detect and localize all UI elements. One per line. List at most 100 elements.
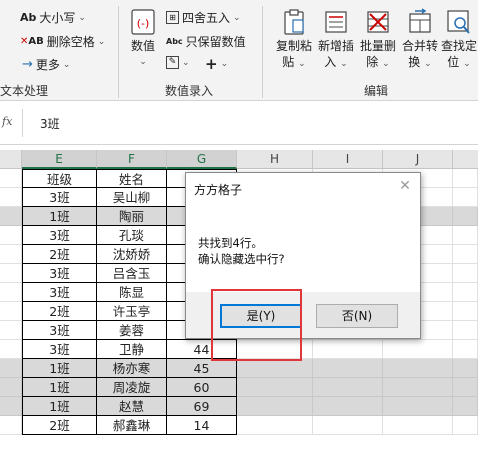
column-header-h[interactable]: H	[237, 150, 313, 169]
batch-delete-button[interactable]: 批量删 除 ⌄	[358, 8, 398, 72]
empty-cell[interactable]	[453, 169, 478, 188]
cell-class[interactable]: 1班	[22, 378, 97, 397]
cell-name[interactable]: 赵慧	[97, 397, 167, 416]
chevron-down-icon: ⌄	[139, 57, 147, 67]
cell-name[interactable]: 沈娇娇	[97, 245, 167, 264]
number-format-button[interactable]: ✎ ⌄	[166, 56, 190, 69]
keep-value-button[interactable]: Abc 只保留数值	[166, 33, 246, 50]
cell-name[interactable]: 杨亦寒	[97, 359, 167, 378]
merge-convert-button[interactable]: 合并转 换 ⌄	[400, 8, 440, 72]
cell-score[interactable]: 69	[167, 397, 237, 416]
empty-cell[interactable]	[453, 397, 478, 416]
cell-name[interactable]: 吕含玉	[97, 264, 167, 283]
empty-cell[interactable]	[383, 416, 453, 435]
empty-cell[interactable]	[453, 226, 478, 245]
cell-name[interactable]: 姜蓉	[97, 321, 167, 340]
yes-button[interactable]: 是(Y)	[220, 304, 302, 328]
cell-class[interactable]: 3班	[22, 340, 97, 359]
column-header-i[interactable]: I	[313, 150, 383, 169]
column-header-e[interactable]: E	[22, 150, 97, 169]
empty-cell[interactable]	[383, 378, 453, 397]
empty-cell[interactable]	[453, 207, 478, 226]
cell-score[interactable]: 45	[167, 359, 237, 378]
cell-class[interactable]: 3班	[22, 283, 97, 302]
find-locate-button[interactable]: 查找定 位 ⌄	[441, 8, 477, 72]
empty-cell[interactable]	[313, 397, 383, 416]
empty-cell[interactable]	[453, 264, 478, 283]
fx-icon[interactable]: fx	[2, 115, 12, 128]
chevron-down-icon: ⌄	[298, 59, 306, 69]
empty-cell[interactable]	[453, 321, 478, 340]
cell-stub	[0, 397, 22, 416]
cell-score[interactable]: 60	[167, 378, 237, 397]
empty-cell[interactable]	[237, 416, 313, 435]
cell-class[interactable]: 3班	[22, 226, 97, 245]
cell-class[interactable]: 2班	[22, 245, 97, 264]
empty-cell[interactable]	[453, 283, 478, 302]
header-name[interactable]: 姓名	[97, 169, 167, 188]
column-header-f[interactable]: F	[97, 150, 167, 169]
empty-cell[interactable]	[313, 359, 383, 378]
cell-stub	[0, 321, 22, 340]
empty-cell[interactable]	[383, 397, 453, 416]
empty-cell[interactable]	[453, 378, 478, 397]
add-button[interactable]: + ⌄	[205, 55, 228, 73]
cell-name[interactable]: 许玉亭	[97, 302, 167, 321]
empty-cell[interactable]	[453, 359, 478, 378]
cell-name[interactable]: 陶丽	[97, 207, 167, 226]
cell-class[interactable]: 1班	[22, 359, 97, 378]
empty-cell[interactable]	[453, 245, 478, 264]
case-button[interactable]: Ab 大小写 ⌄	[20, 9, 86, 26]
group-divider	[262, 6, 263, 98]
cell-stub	[0, 226, 22, 245]
cell-class[interactable]: 3班	[22, 264, 97, 283]
empty-cell[interactable]	[453, 340, 478, 359]
cell-name[interactable]: 孔琰	[97, 226, 167, 245]
insert-button[interactable]: 新增插 入 ⌄	[316, 8, 356, 72]
cell-name[interactable]: 吴山柳	[97, 188, 167, 207]
chevron-down-icon: ⌄	[382, 59, 390, 69]
empty-cell[interactable]	[313, 340, 383, 359]
empty-cell[interactable]	[383, 359, 453, 378]
empty-cell[interactable]	[453, 302, 478, 321]
close-icon[interactable]: ✕	[396, 177, 414, 195]
empty-cell[interactable]	[313, 416, 383, 435]
round-button[interactable]: ⊞ 四舍五入 ⌄	[166, 9, 241, 26]
empty-cell[interactable]	[237, 378, 313, 397]
empty-cell[interactable]	[453, 416, 478, 435]
remove-spaces-icon: ✕AB	[20, 36, 44, 47]
empty-cell[interactable]	[237, 359, 313, 378]
cell-score[interactable]: 44	[167, 340, 237, 359]
cell-class[interactable]: 2班	[22, 302, 97, 321]
cell-class[interactable]: 3班	[22, 188, 97, 207]
more-button[interactable]: → 更多 ⌄	[22, 56, 70, 73]
cell-class[interactable]: 1班	[22, 207, 97, 226]
cell-name[interactable]: 郝鑫琳	[97, 416, 167, 435]
number-button[interactable]: (-) 数值 ⌄	[124, 8, 162, 70]
formula-input[interactable]: 3班	[40, 115, 60, 132]
header-class[interactable]: 班级	[22, 169, 97, 188]
svg-text:(-): (-)	[137, 17, 150, 30]
cell-name[interactable]: 陈显	[97, 283, 167, 302]
cell-class[interactable]: 2班	[22, 416, 97, 435]
empty-cell[interactable]	[237, 397, 313, 416]
no-button[interactable]: 否(N)	[316, 304, 398, 328]
empty-cell[interactable]	[383, 340, 453, 359]
cell-score[interactable]: 14	[167, 416, 237, 435]
copy-paste-button[interactable]: 复制粘 贴 ⌄	[274, 8, 314, 72]
cell-name[interactable]: 周凌旋	[97, 378, 167, 397]
cell-class[interactable]: 1班	[22, 397, 97, 416]
empty-cell[interactable]	[453, 188, 478, 207]
empty-cell[interactable]	[237, 340, 313, 359]
cell-stub	[0, 283, 22, 302]
ribbon: Ab 大小写 ⌄ ✕AB 删除空格 ⌄ → 更多 ⌄ 文本处理 (-) 数值 ⌄…	[0, 0, 478, 101]
remove-spaces-button[interactable]: ✕AB 删除空格 ⌄	[20, 33, 105, 50]
column-header-j[interactable]: J	[383, 150, 453, 169]
empty-cell[interactable]	[313, 378, 383, 397]
column-header-k[interactable]	[453, 150, 478, 169]
column-header-g[interactable]: G	[167, 150, 237, 169]
table-row: 3班 卫静 44	[0, 340, 478, 359]
cell-name[interactable]: 卫静	[97, 340, 167, 359]
table-row: 1班 周凌旋 60	[0, 378, 478, 397]
cell-class[interactable]: 3班	[22, 321, 97, 340]
